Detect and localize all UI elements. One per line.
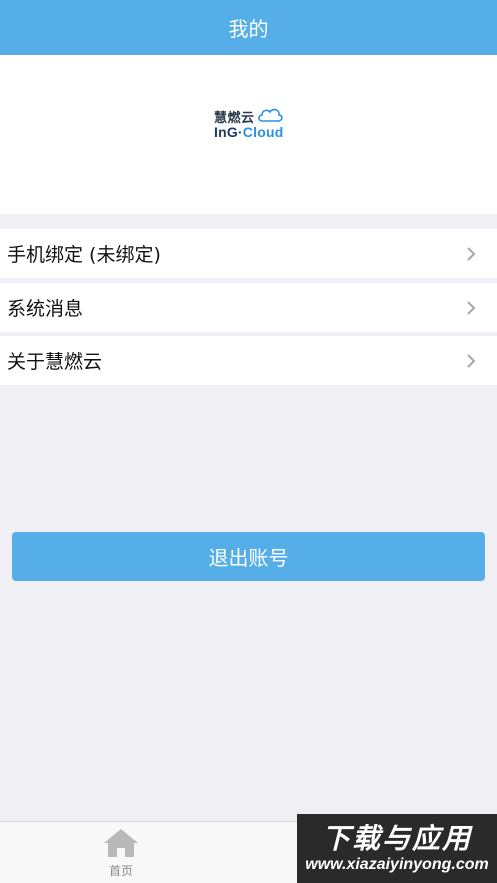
- chevron-right-icon: [467, 300, 476, 315]
- tab-home-label: 首页: [108, 864, 133, 878]
- chevron-right-icon: [467, 246, 476, 261]
- logo-english-suffix: Cloud: [242, 124, 284, 140]
- my-page-screen: 我的 慧燃云 InG·Cloud 手机绑定 (未绑定) 系统消息 关于慧燃云 退…: [0, 0, 497, 883]
- nav-bar: 我的: [0, 0, 497, 55]
- menu-item-about[interactable]: 关于慧燃云: [0, 336, 497, 385]
- watermark-url-text: www.xiazaiyinyong.com: [305, 855, 489, 873]
- menu-item-label: 手机绑定 (未绑定): [7, 244, 161, 266]
- logout-button[interactable]: 退出账号: [12, 532, 485, 581]
- logo-panel: 慧燃云 InG·Cloud: [0, 55, 497, 214]
- menu-item-system-messages[interactable]: 系统消息: [0, 283, 497, 332]
- menu-item-phone-binding[interactable]: 手机绑定 (未绑定): [0, 229, 497, 278]
- logo-english-text: InG·Cloud: [214, 124, 283, 140]
- home-icon: [104, 829, 138, 857]
- tab-home[interactable]: 首页: [95, 828, 147, 880]
- cloud-icon: [258, 108, 283, 122]
- menu-item-label: 系统消息: [7, 298, 84, 320]
- watermark-badge: 下载与应用 www.xiazaiyinyong.com: [297, 814, 497, 883]
- chevron-right-icon: [467, 353, 476, 368]
- page-title: 我的: [228, 17, 269, 41]
- logo-english-prefix: InG·: [214, 124, 243, 140]
- app-logo: 慧燃云 InG·Cloud: [214, 107, 286, 143]
- watermark-chinese-text: 下载与应用: [321, 821, 472, 855]
- menu-item-label: 关于慧燃云: [7, 351, 103, 373]
- logout-button-label: 退出账号: [208, 546, 289, 570]
